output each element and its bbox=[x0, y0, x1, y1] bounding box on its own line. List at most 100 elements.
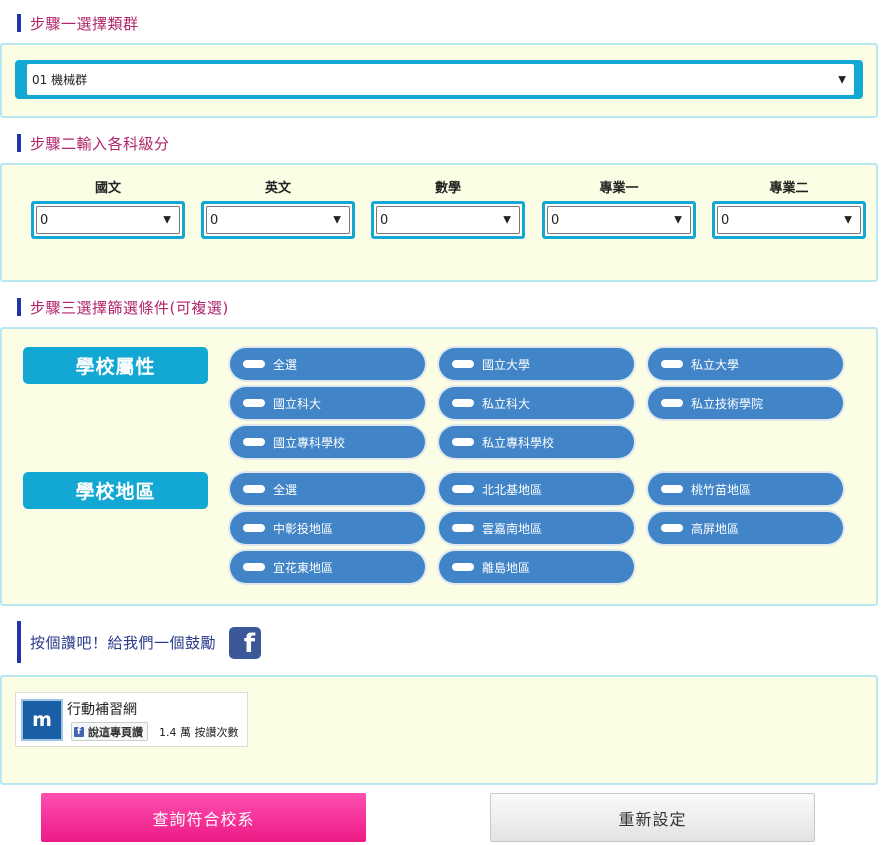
step3-heading: 步驟三選擇篩選條件(可複選) bbox=[17, 296, 229, 318]
option-label: 宜花東地區 bbox=[273, 560, 334, 575]
toggle-icon bbox=[452, 438, 474, 446]
type-option-private-univ[interactable]: 私立大學 bbox=[648, 348, 843, 380]
toggle-icon bbox=[661, 399, 683, 407]
toggle-icon bbox=[243, 399, 265, 407]
region-option-kaoping[interactable]: 高屏地區 bbox=[648, 512, 843, 544]
region-option-north[interactable]: 北北基地區 bbox=[439, 473, 634, 505]
option-label: 全選 bbox=[273, 357, 298, 372]
like-page-button[interactable]: f 說這專頁讚 bbox=[71, 722, 148, 741]
option-label: 離島地區 bbox=[482, 560, 531, 575]
step2-panel: 國文 0 ▼ 英文 0 ▼ 數學 0 ▼ 專業一 0 ▼ 專業二 0 ▼ bbox=[0, 163, 878, 282]
type-option-national-junior[interactable]: 國立專科學校 bbox=[230, 426, 425, 458]
region-option-all[interactable]: 全選 bbox=[230, 473, 425, 505]
region-option-southwest[interactable]: 雲嘉南地區 bbox=[439, 512, 634, 544]
step2-title: 步驟二輸入各科級分 bbox=[30, 134, 170, 153]
score-english: 英文 0 ▼ bbox=[201, 179, 355, 239]
step3-title: 步驟三選擇篩選條件(可複選) bbox=[30, 298, 229, 317]
reset-button[interactable]: 重新設定 bbox=[490, 793, 815, 842]
option-label: 中彰投地區 bbox=[273, 521, 334, 536]
heading-bar bbox=[17, 14, 21, 32]
score-value: 0 bbox=[40, 212, 49, 228]
page-name[interactable]: 行動補習網 bbox=[67, 699, 137, 719]
score-select-english[interactable]: 0 ▼ bbox=[201, 201, 355, 239]
heading-bar bbox=[17, 621, 21, 663]
like-button-label: 說這專頁讚 bbox=[88, 725, 143, 739]
region-option-central[interactable]: 中彰投地區 bbox=[230, 512, 425, 544]
score-select-math[interactable]: 0 ▼ bbox=[371, 201, 525, 239]
score-label: 專業二 bbox=[769, 181, 809, 196]
dropdown-arrow-icon: ▼ bbox=[333, 214, 341, 226]
score-select-chinese[interactable]: 0 ▼ bbox=[31, 201, 185, 239]
type-option-private-tech[interactable]: 私立科大 bbox=[439, 387, 634, 419]
step1-title: 步驟一選擇類群 bbox=[30, 14, 139, 33]
group-select-value: 01 機械群 bbox=[32, 73, 88, 87]
score-chinese: 國文 0 ▼ bbox=[31, 179, 185, 239]
score-major1: 專業一 0 ▼ bbox=[542, 179, 696, 239]
toggle-icon bbox=[452, 524, 474, 532]
option-label: 桃竹苗地區 bbox=[691, 482, 752, 497]
toggle-icon bbox=[243, 360, 265, 368]
facebook-small-icon: f bbox=[74, 726, 84, 737]
type-option-national-univ[interactable]: 國立大學 bbox=[439, 348, 634, 380]
score-label: 專業一 bbox=[599, 181, 639, 196]
school-type-label: 學校屬性 bbox=[23, 347, 208, 384]
dropdown-arrow-icon: ▼ bbox=[838, 74, 846, 85]
toggle-icon bbox=[452, 563, 474, 571]
type-option-private-junior[interactable]: 私立專科學校 bbox=[439, 426, 634, 458]
option-label: 私立技術學院 bbox=[691, 396, 764, 411]
step1-panel: 01 機械群 ▼ bbox=[0, 43, 878, 118]
heading-bar bbox=[17, 298, 21, 316]
toggle-icon bbox=[452, 399, 474, 407]
dropdown-arrow-icon: ▼ bbox=[503, 214, 511, 226]
toggle-icon bbox=[243, 563, 265, 571]
option-label: 私立科大 bbox=[482, 396, 531, 411]
logo-glyph: m bbox=[32, 709, 52, 731]
toggle-icon bbox=[661, 524, 683, 532]
type-option-all[interactable]: 全選 bbox=[230, 348, 425, 380]
heading-bar bbox=[17, 134, 21, 152]
query-button[interactable]: 查詢符合校系 bbox=[41, 793, 366, 842]
school-region-label: 學校地區 bbox=[23, 472, 208, 509]
option-label: 私立專科學校 bbox=[482, 435, 555, 450]
toggle-icon bbox=[243, 524, 265, 532]
region-option-islands[interactable]: 離島地區 bbox=[439, 551, 634, 583]
option-label: 北北基地區 bbox=[482, 482, 543, 497]
toggle-icon bbox=[452, 360, 474, 368]
facebook-page-plugin: m 行動補習網 f 說這專頁讚 1.4 萬 按讚次數 bbox=[15, 692, 248, 747]
score-value: 0 bbox=[551, 212, 560, 228]
score-math: 數學 0 ▼ bbox=[371, 179, 525, 239]
toggle-icon bbox=[661, 485, 683, 493]
step4-panel: m 行動補習網 f 說這專頁讚 1.4 萬 按讚次數 bbox=[0, 675, 878, 785]
option-label: 國立專科學校 bbox=[273, 435, 346, 450]
score-label: 數學 bbox=[434, 181, 461, 196]
dropdown-arrow-icon: ▼ bbox=[674, 214, 682, 226]
type-option-national-tech[interactable]: 國立科大 bbox=[230, 387, 425, 419]
toggle-icon bbox=[243, 438, 265, 446]
score-label: 國文 bbox=[94, 181, 121, 196]
toggle-icon bbox=[243, 485, 265, 493]
step4-heading: 按個讚吧！給我們一個鼓勵 bbox=[17, 621, 216, 663]
toggle-icon bbox=[452, 485, 474, 493]
like-count: 1.4 萬 按讚次數 bbox=[159, 726, 239, 739]
step4-title: 按個讚吧！給我們一個鼓勵 bbox=[30, 633, 217, 652]
facebook-icon-glyph: f bbox=[243, 629, 255, 659]
option-label: 雲嘉南地區 bbox=[482, 521, 543, 536]
score-major2: 專業二 0 ▼ bbox=[712, 179, 866, 239]
score-value: 0 bbox=[210, 212, 219, 228]
type-option-private-institute[interactable]: 私立技術學院 bbox=[648, 387, 843, 419]
option-label: 全選 bbox=[273, 482, 298, 497]
region-option-east[interactable]: 宜花東地區 bbox=[230, 551, 425, 583]
score-value: 0 bbox=[721, 212, 730, 228]
score-select-major2[interactable]: 0 ▼ bbox=[712, 201, 866, 239]
group-select[interactable]: 01 機械群 ▼ bbox=[15, 60, 863, 99]
option-label: 高屏地區 bbox=[691, 521, 740, 536]
page-logo[interactable]: m bbox=[21, 699, 63, 741]
option-label: 國立大學 bbox=[482, 357, 531, 372]
score-value: 0 bbox=[380, 212, 389, 228]
score-label: 英文 bbox=[264, 181, 291, 196]
toggle-icon bbox=[661, 360, 683, 368]
score-select-major1[interactable]: 0 ▼ bbox=[542, 201, 696, 239]
region-option-taoyuan[interactable]: 桃竹苗地區 bbox=[648, 473, 843, 505]
step3-panel: 學校屬性 全選 國立大學 私立大學 國立科大 私立科大 私立技術學院 國立專科學… bbox=[0, 327, 878, 606]
facebook-icon[interactable]: f bbox=[229, 627, 261, 659]
